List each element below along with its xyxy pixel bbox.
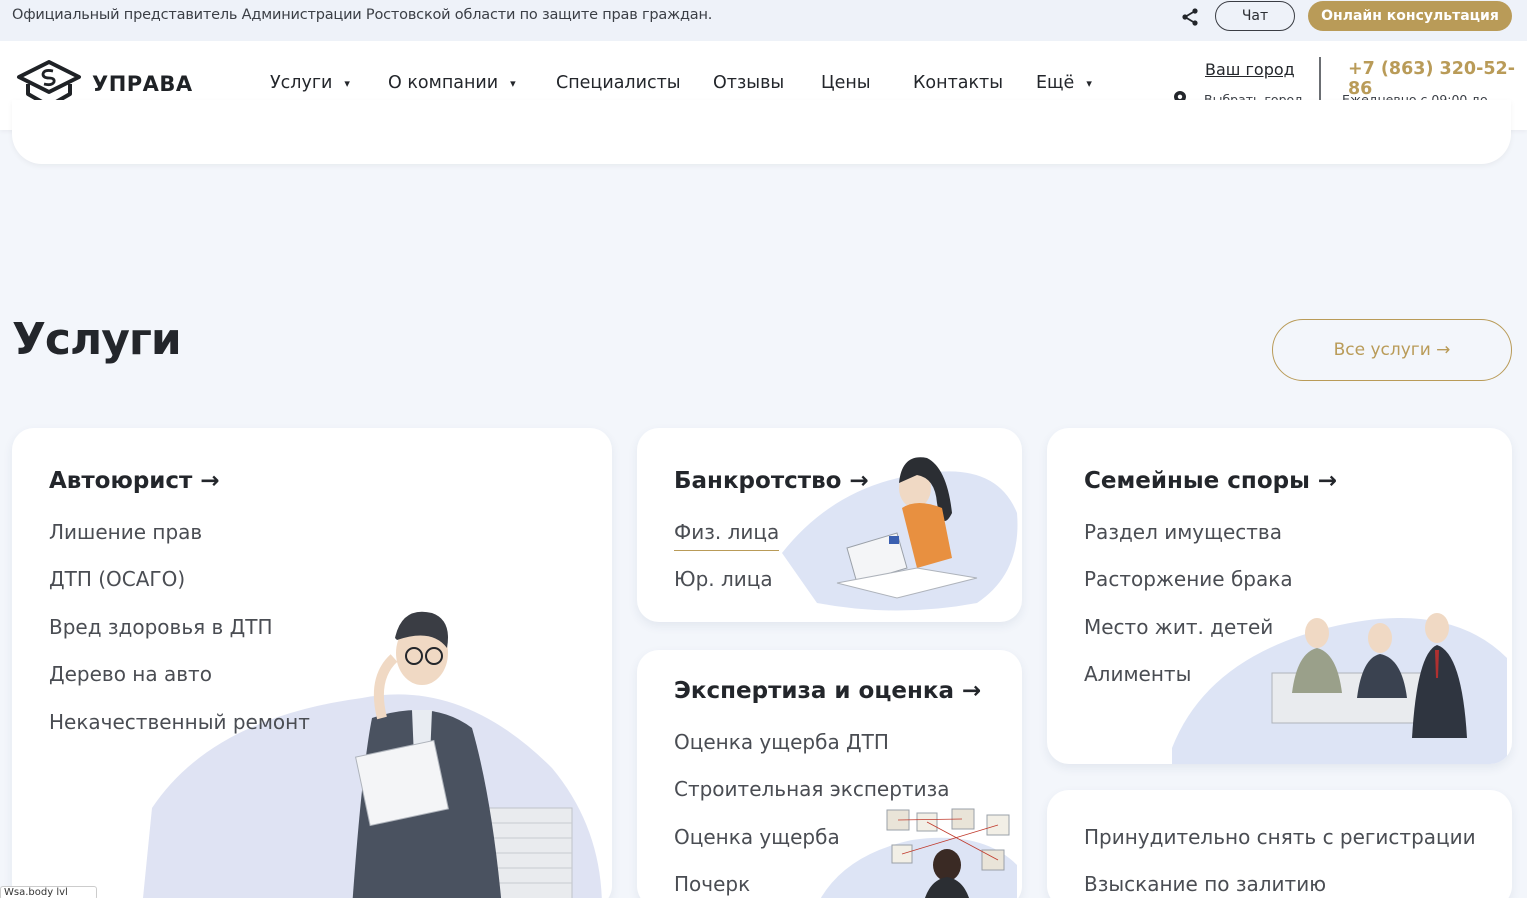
nav-more[interactable]: Ещё ▾ [1036,73,1092,93]
link-flooding-recovery[interactable]: Взыскание по залитию [1084,872,1326,896]
card-title-bankruptcy[interactable]: Банкротство → [674,468,869,494]
nav-about[interactable]: О компании ▾ [388,73,516,93]
nav-services[interactable]: Услуги ▾ [270,73,350,93]
nav-contacts-label: Контакты [913,73,1004,93]
lawyer-with-papers-illustration [143,611,602,898]
link-legal-entities[interactable]: Юр. лица [674,567,773,591]
service-card-housing: Принудительно снять с регистрации Взыска… [1047,790,1512,898]
link-dtp-osago[interactable]: ДТП (ОСАГО) [49,567,185,591]
chat-button[interactable]: Чат [1215,1,1295,31]
nav-more-label: Ещё [1036,73,1075,93]
service-card-bankruptcy: Банкротство → Физ. лица Юр. лица [637,428,1022,622]
online-consultation-button[interactable]: Онлайн консультация [1308,1,1512,31]
status-tooltip: Wsa.body lvl [0,886,97,898]
top-info-bar: Официальный представитель Администрации … [0,0,1527,41]
link-child-residence[interactable]: Место жит. детей [1084,615,1273,639]
share-icon[interactable] [1180,7,1200,27]
link-construction-expertise[interactable]: Строительная экспертиза [674,777,949,801]
link-health-damage[interactable]: Вред здоровья в ДТП [49,615,273,639]
nav-specialists[interactable]: Специалисты [556,73,681,93]
link-damage-assessment[interactable]: Оценка ущерба [674,825,840,849]
nav-about-label: О компании [388,73,499,93]
nav-reviews[interactable]: Отзывы [713,73,784,93]
previous-section-card [12,100,1511,164]
nav-contacts[interactable]: Контакты [913,73,1003,93]
link-deregistration[interactable]: Принудительно снять с регистрации [1084,825,1476,849]
all-services-button[interactable]: Все услуги → [1272,319,1512,381]
service-card-autolawyer: Автоюрист → Лишение прав ДТП (ОСАГО) Вре… [12,428,612,898]
nav-specialists-label: Специалисты [556,73,681,93]
caret-down-icon: ▾ [1086,76,1092,90]
service-card-family: Семейные споры → Раздел имущества Растор… [1047,428,1512,764]
card-title-expertise[interactable]: Экспертиза и оценка → [674,678,981,704]
nav-prices-label: Цены [821,73,871,93]
link-property-division[interactable]: Раздел имущества [1084,520,1282,544]
link-divorce[interactable]: Расторжение брака [1084,567,1293,591]
card-title-family[interactable]: Семейные споры → [1084,468,1337,494]
link-tree-on-car[interactable]: Дерево на авто [49,662,212,686]
caret-down-icon: ▾ [344,76,350,90]
card-title-autolawyer[interactable]: Автоюрист → [49,468,220,494]
services-heading: Услуги [12,314,182,365]
link-individuals[interactable]: Физ. лица [674,520,780,551]
link-poor-repair[interactable]: Некачественный ремонт [49,710,310,734]
link-dtp-damage-assessment[interactable]: Оценка ущерба ДТП [674,730,889,754]
nav-services-label: Услуги [270,73,333,93]
nav-reviews-label: Отзывы [713,73,785,93]
official-representative-text: Официальный представитель Администрации … [12,7,713,23]
your-city-link[interactable]: Ваш город [1205,60,1295,79]
link-alimony[interactable]: Алименты [1084,662,1191,686]
investigation-board-illustration [820,808,1017,898]
service-card-expertise: Экспертиза и оценка → Оценка ущерба ДТП … [637,650,1022,898]
link-license-deprivation[interactable]: Лишение прав [49,520,202,544]
link-handwriting[interactable]: Почерк [674,872,750,896]
logo-text[interactable]: УПРАВА [92,72,193,96]
caret-down-icon: ▾ [510,76,516,90]
nav-prices[interactable]: Цены [821,73,871,93]
